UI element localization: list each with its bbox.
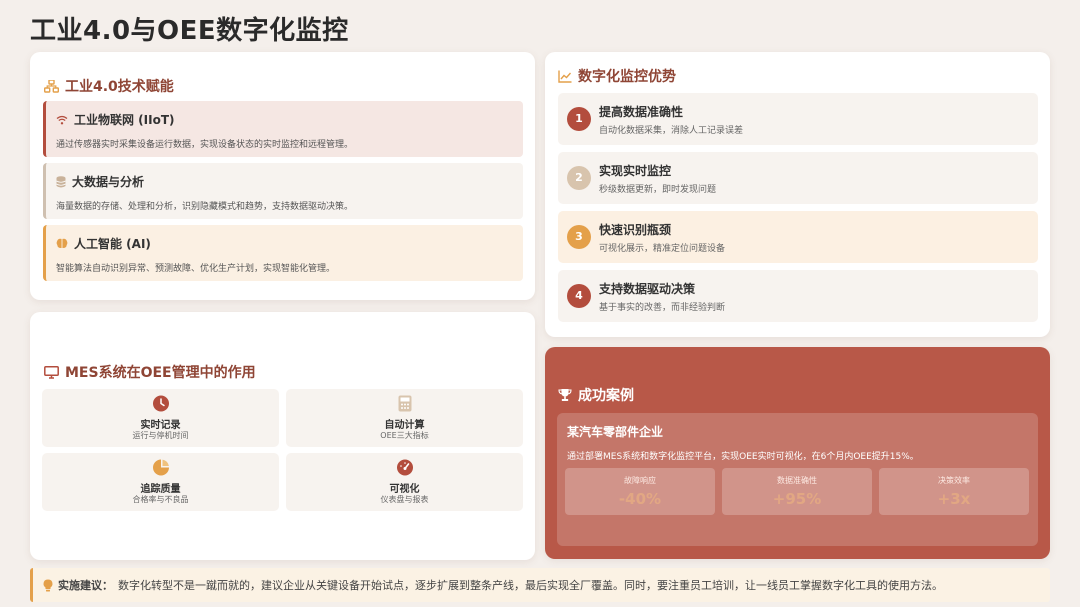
tech-header: 工业4.0技术赋能	[44, 76, 174, 96]
tech-item-ai: 人工智能 (AI) 智能算法自动识别异常、预测故障、优化生产计划，实现智能化管理…	[43, 225, 523, 281]
tech-item-desc: 海量数据的存储、处理和分析，识别隐藏模式和趋势，支持数据驱动决策。	[56, 202, 354, 212]
mes-tile-title: 实时记录	[140, 420, 181, 431]
database-icon	[56, 175, 66, 187]
calculator-icon	[398, 395, 411, 412]
page-title: 工业4.0与OEE数字化监控	[30, 16, 349, 46]
mes-tile-visualization: 可视化 仪表盘与报表	[286, 453, 523, 511]
mes-card: MES系统在OEE管理中的作用 实时记录 运行与停机时间 自动计算 OEE三大指…	[30, 312, 535, 560]
metric-label: 决策效率	[938, 476, 970, 485]
advantage-title: 实现实时监控	[599, 164, 672, 178]
mes-tile-sub: 合格率与不良品	[132, 495, 189, 504]
tech-item-desc: 通过传感器实时采集设备运行数据，实现设备状态的实时监控和远程管理。	[56, 140, 354, 150]
case-company: 某汽车零部件企业	[567, 425, 664, 439]
tech-header-label: 工业4.0技术赋能	[65, 79, 174, 95]
tip-label: 实施建议：	[58, 579, 113, 592]
metric-label: 故障响应	[624, 476, 656, 485]
tech-item-bigdata: 大数据与分析 海量数据的存储、处理和分析，识别隐藏模式和趋势，支持数据驱动决策。	[43, 163, 523, 219]
metric-value: +3x	[937, 490, 971, 508]
case-header-label: 成功案例	[578, 388, 634, 404]
advantage-item: 2 实现实时监控 秒级数据更新，即时发现问题	[558, 152, 1038, 204]
advantage-desc: 可视化展示，精准定位问题设备	[599, 244, 726, 254]
case-panel: 某汽车零部件企业 通过部署MES系统和数字化监控平台，实现OEE实时可视化，在6…	[557, 413, 1038, 546]
advantages-card: 数字化监控优势 1 提高数据准确性 自动化数据采集，消除人工记录误差 2 实现实…	[545, 52, 1050, 337]
pie-chart-icon	[152, 459, 169, 476]
advantage-item: 1 提高数据准确性 自动化数据采集，消除人工记录误差	[558, 93, 1038, 145]
mes-tile-title: 追踪质量	[140, 484, 181, 495]
success-case-card: 成功案例 某汽车零部件企业 通过部署MES系统和数字化监控平台，实现OEE实时可…	[545, 347, 1050, 559]
implementation-tip-bar: 实施建议： 数字化转型不是一蹴而就的，建议企业从关键设备开始试点，逐步扩展到整条…	[30, 568, 1050, 602]
tech-item-title: 工业物联网 (IIoT)	[74, 113, 175, 127]
wifi-icon	[56, 115, 68, 124]
mes-tile-auto-calc: 自动计算 OEE三大指标	[286, 389, 523, 447]
case-description: 通过部署MES系统和数字化监控平台，实现OEE实时可视化，在6个月内OEE提升1…	[567, 452, 919, 462]
advantage-number: 3	[567, 225, 591, 249]
tech-item-desc: 智能算法自动识别异常、预测故障、优化生产计划，实现智能化管理。	[56, 264, 336, 274]
mes-tile-sub: 仪表盘与报表	[380, 495, 429, 504]
advantage-title: 提高数据准确性	[599, 105, 684, 119]
network-icon	[44, 79, 59, 93]
advantage-number: 1	[567, 107, 591, 131]
mes-tile-title: 自动计算	[384, 420, 425, 431]
mes-tile-track-quality: 追踪质量 合格率与不良品	[42, 453, 279, 511]
mes-header: MES系统在OEE管理中的作用	[44, 362, 256, 382]
metric-decision-efficiency: 决策效率 +3x	[879, 468, 1029, 515]
advantage-title: 快速识别瓶颈	[599, 223, 672, 237]
metric-value: -40%	[618, 490, 662, 508]
monitor-icon	[44, 365, 59, 379]
tech-item-title: 大数据与分析	[72, 175, 145, 189]
brain-icon	[56, 238, 68, 248]
metric-label: 数据准确性	[777, 476, 817, 485]
tip-text: 数字化转型不是一蹴而就的，建议企业从关键设备开始试点，逐步扩展到整条产线，最后实…	[118, 579, 943, 592]
advantage-desc: 自动化数据采集，消除人工记录误差	[599, 126, 744, 136]
advantage-desc: 基于事实的改善，而非经验判断	[599, 303, 726, 313]
case-header: 成功案例	[558, 385, 634, 405]
lightbulb-icon	[43, 579, 53, 591]
mes-header-label: MES系统在OEE管理中的作用	[65, 365, 256, 381]
trophy-icon	[558, 389, 572, 401]
advantages-header-label: 数字化监控优势	[578, 69, 676, 85]
advantage-title: 支持数据驱动决策	[599, 282, 696, 296]
advantage-number: 2	[567, 166, 591, 190]
advantages-header: 数字化监控优势	[558, 66, 676, 86]
advantage-item: 4 支持数据驱动决策 基于事实的改善，而非经验判断	[558, 270, 1038, 322]
metric-value: +95%	[772, 490, 822, 508]
line-chart-icon	[558, 70, 572, 83]
advantage-number: 4	[567, 284, 591, 308]
advantage-desc: 秒级数据更新，即时发现问题	[599, 185, 717, 195]
mes-tile-realtime-record: 实时记录 运行与停机时间	[42, 389, 279, 447]
metric-data-accuracy: 数据准确性 +95%	[722, 468, 872, 515]
mes-tile-sub: OEE三大指标	[380, 431, 429, 440]
advantage-item: 3 快速识别瓶颈 可视化展示，精准定位问题设备	[558, 211, 1038, 263]
tech-item-iiot: 工业物联网 (IIoT) 通过传感器实时采集设备运行数据，实现设备状态的实时监控…	[43, 101, 523, 157]
clock-icon	[152, 395, 169, 412]
mes-tile-title: 可视化	[389, 484, 420, 495]
mes-tile-sub: 运行与停机时间	[132, 431, 189, 440]
tech-card: 工业4.0技术赋能 工业物联网 (IIoT) 通过传感器实时采集设备运行数据，实…	[30, 52, 535, 300]
metric-fault-response: 故障响应 -40%	[565, 468, 715, 515]
gauge-icon	[396, 459, 413, 476]
tech-item-title: 人工智能 (AI)	[74, 237, 151, 251]
